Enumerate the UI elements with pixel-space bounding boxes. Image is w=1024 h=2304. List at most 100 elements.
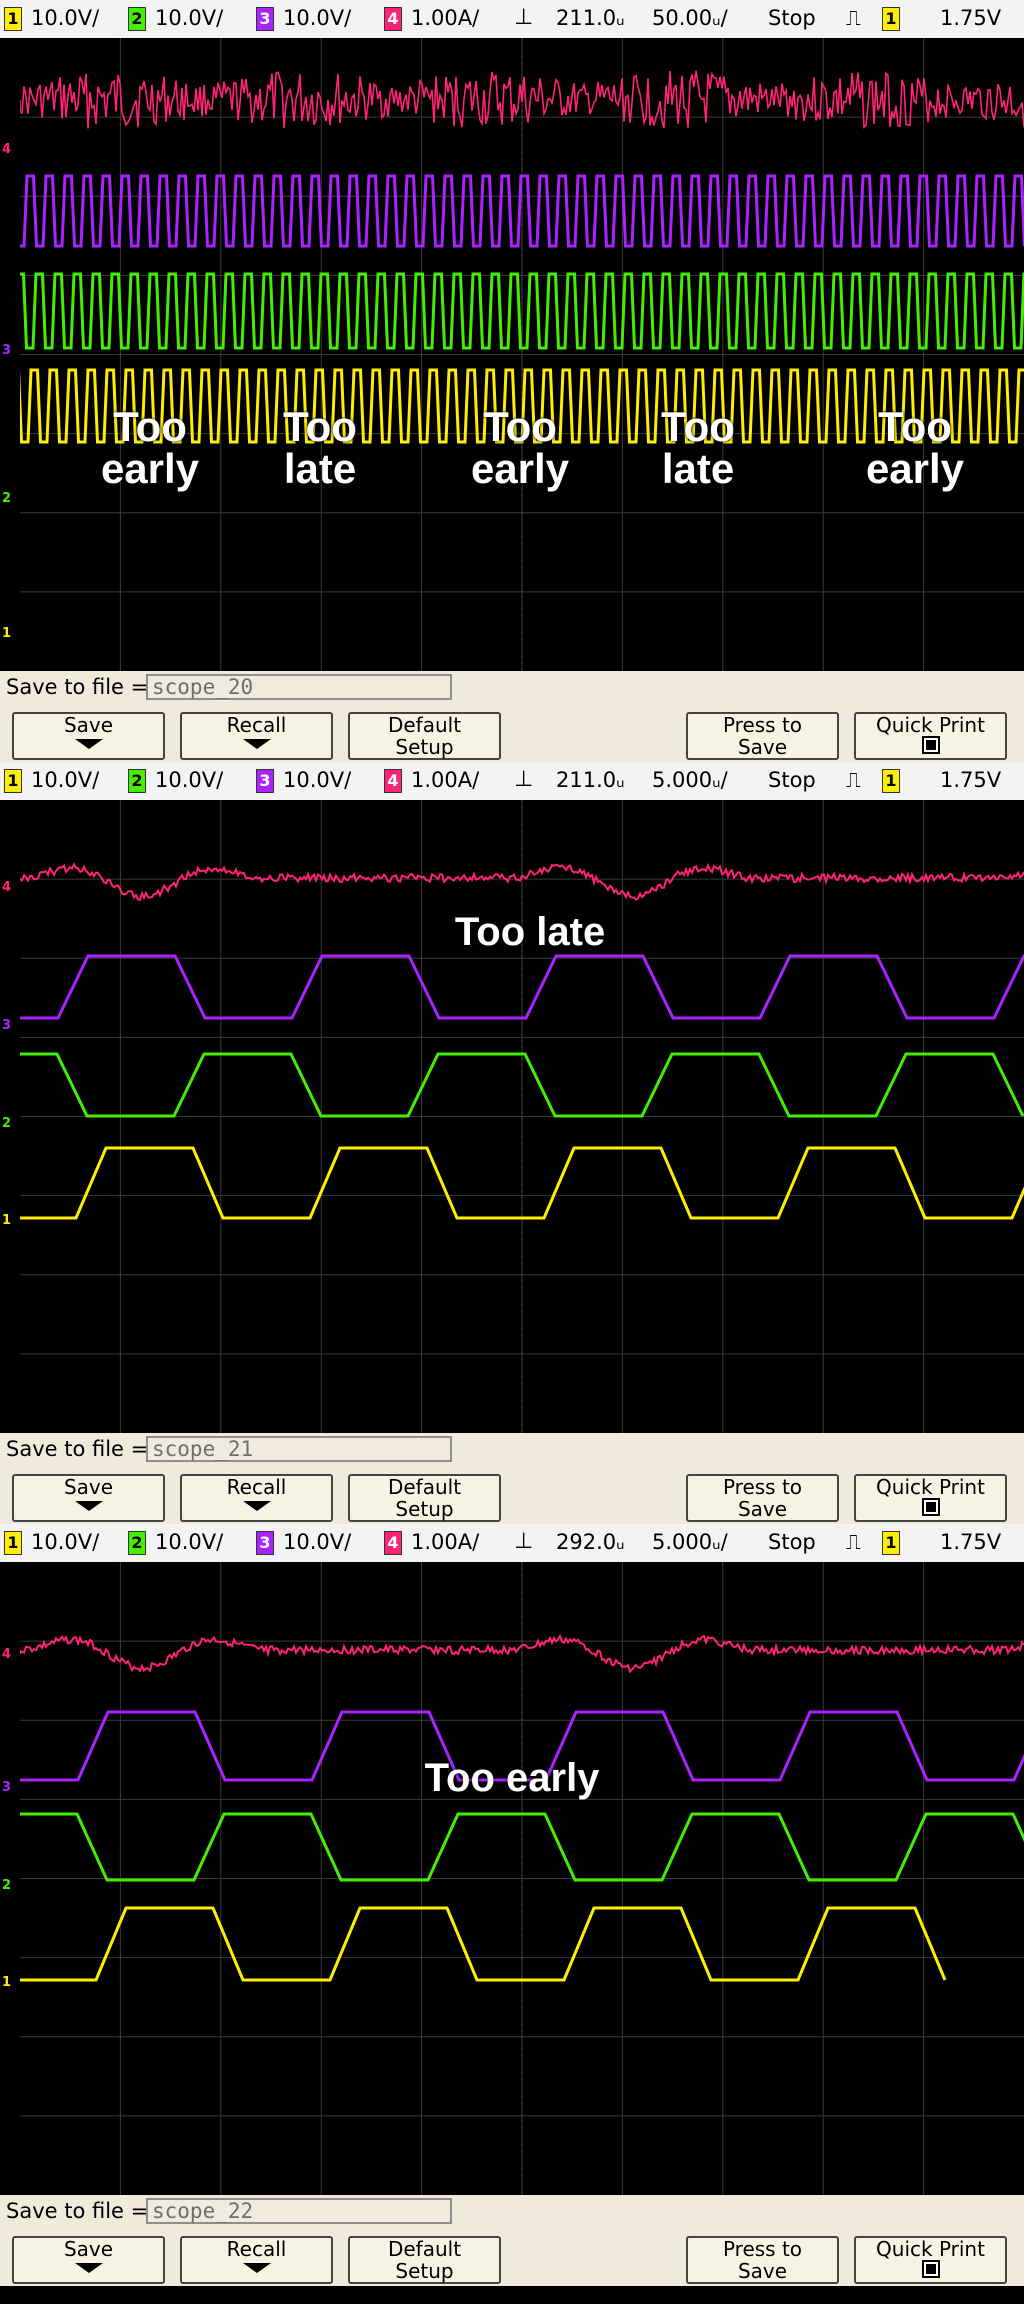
timebase-value: 5.000ᵤ/ xyxy=(652,768,728,792)
save-to-file-label: Save to file = xyxy=(6,2199,149,2223)
annotation-label: Too early xyxy=(100,403,200,492)
ch2-ground-marker[interactable]: 2 xyxy=(2,491,11,506)
trigger-level: 1.75V xyxy=(940,6,1002,30)
ch3-scale: 10.0V/ xyxy=(283,1530,352,1554)
waveform-display[interactable]: Too early xyxy=(20,1562,1024,2195)
softkey-bar: Save to file = scope_22 Save Recall Defa… xyxy=(0,2195,1024,2286)
ch4-scale: 1.00A/ xyxy=(411,768,480,792)
ch4-ground-marker[interactable]: 4 xyxy=(2,142,11,157)
delay-value: 211.0ᵤ xyxy=(556,768,625,792)
ch4-scale: 1.00A/ xyxy=(411,6,480,30)
press-to-save-button[interactable]: Press to Save xyxy=(686,1474,839,1522)
annotation-label: Too late xyxy=(661,403,735,492)
channel-4-icon[interactable]: 4 xyxy=(384,769,402,793)
save-button[interactable]: Save xyxy=(12,712,165,760)
run-state: Stop xyxy=(768,6,816,30)
trigger-source-icon[interactable]: 1 xyxy=(882,1531,900,1555)
run-state: Stop xyxy=(768,768,816,792)
channel-2-icon[interactable]: 2 xyxy=(128,7,146,31)
channel-3-icon[interactable]: 3 xyxy=(256,7,274,31)
ch2-scale: 10.0V/ xyxy=(155,768,224,792)
down-arrow-icon xyxy=(242,2263,271,2273)
run-state: Stop xyxy=(768,1530,816,1554)
trigger-source-icon[interactable]: 1 xyxy=(882,769,900,793)
trigger-source-icon[interactable]: 1 xyxy=(882,7,900,31)
delay-marker-icon: ⊥ xyxy=(514,5,534,30)
softkey-bar: Save to file = scope_20 Save Recall Defa… xyxy=(0,671,1024,762)
ch3-scale: 10.0V/ xyxy=(283,768,352,792)
channel-1-icon[interactable]: 1 xyxy=(4,1531,22,1555)
waveform-display[interactable]: Too late xyxy=(20,800,1024,1433)
timebase-value: 5.000ᵤ/ xyxy=(652,1530,728,1554)
recall-button[interactable]: Recall xyxy=(180,1474,333,1522)
channel-3-icon[interactable]: 3 xyxy=(256,1531,274,1555)
rising-edge-icon: ⎍ xyxy=(846,6,861,30)
channel-markers: 4 3 2 1 xyxy=(0,38,20,671)
file-name-field[interactable]: scope_22 xyxy=(146,2198,452,2224)
ch3-ground-marker[interactable]: 3 xyxy=(2,1018,11,1033)
channel-4-icon[interactable]: 4 xyxy=(384,1531,402,1555)
annotation-label: Too late xyxy=(283,403,357,492)
rising-edge-icon: ⎍ xyxy=(846,1530,861,1554)
channel-markers: 4 3 2 1 xyxy=(0,1562,20,2195)
ch1-ground-marker[interactable]: 1 xyxy=(2,1213,11,1228)
waveform-svg xyxy=(20,1562,1024,2195)
recall-button[interactable]: Recall xyxy=(180,712,333,760)
ch4-ground-marker[interactable]: 4 xyxy=(2,1647,11,1662)
scope-panel-1: 1 10.0V/ 2 10.0V/ 3 10.0V/ 4 1.00A/ ⊥ 211.0ᵤ… xyxy=(0,0,1024,762)
ch3-scale: 10.0V/ xyxy=(283,6,352,30)
ch2-scale: 10.0V/ xyxy=(155,1530,224,1554)
quick-print-button[interactable]: Quick Print xyxy=(854,712,1007,760)
press-to-save-button[interactable]: Press to Save xyxy=(686,712,839,760)
ch2-ground-marker[interactable]: 2 xyxy=(2,1116,11,1131)
channel-2-icon[interactable]: 2 xyxy=(128,1531,146,1555)
down-arrow-icon xyxy=(74,2263,103,2273)
trigger-level: 1.75V xyxy=(940,768,1002,792)
print-icon xyxy=(921,1498,940,1516)
ch3-ground-marker[interactable]: 3 xyxy=(2,343,11,358)
status-bar: 1 10.0V/ 2 10.0V/ 3 10.0V/ 4 1.00A/ ⊥ 211.0ᵤ… xyxy=(0,762,1024,801)
save-to-file-label: Save to file = xyxy=(6,1437,149,1461)
channel-1-icon[interactable]: 1 xyxy=(4,7,22,31)
softkey-bar: Save to file = scope_21 Save Recall Defa… xyxy=(0,1433,1024,1524)
default-setup-button[interactable]: Default Setup xyxy=(348,2236,501,2284)
recall-button[interactable]: Recall xyxy=(180,2236,333,2284)
file-name-field[interactable]: scope_20 xyxy=(146,674,452,700)
ch1-scale: 10.0V/ xyxy=(31,1530,100,1554)
ch2-ground-marker[interactable]: 2 xyxy=(2,1878,11,1893)
down-arrow-icon xyxy=(242,1501,271,1511)
ch4-scale: 1.00A/ xyxy=(411,1530,480,1554)
status-bar: 1 10.0V/ 2 10.0V/ 3 10.0V/ 4 1.00A/ ⊥ 211.0ᵤ… xyxy=(0,0,1024,39)
annotation-label: Too early xyxy=(865,403,965,492)
channel-markers: 4 3 2 1 xyxy=(0,800,20,1433)
waveform-svg xyxy=(20,38,1024,671)
ch4-ground-marker[interactable]: 4 xyxy=(2,880,11,895)
press-to-save-button[interactable]: Press to Save xyxy=(686,2236,839,2284)
status-bar: 1 10.0V/ 2 10.0V/ 3 10.0V/ 4 1.00A/ ⊥ 292.0ᵤ… xyxy=(0,1524,1024,1563)
quick-print-button[interactable]: Quick Print xyxy=(854,2236,1007,2284)
default-setup-button[interactable]: Default Setup xyxy=(348,712,501,760)
file-name-field[interactable]: scope_21 xyxy=(146,1436,452,1462)
save-button[interactable]: Save xyxy=(12,2236,165,2284)
ch1-scale: 10.0V/ xyxy=(31,6,100,30)
annotation-label: Too early xyxy=(470,403,570,492)
waveform-svg xyxy=(20,800,1024,1433)
channel-2-icon[interactable]: 2 xyxy=(128,769,146,793)
down-arrow-icon xyxy=(242,739,271,749)
delay-value: 211.0ᵤ xyxy=(556,6,625,30)
annotation-label: Too late xyxy=(454,910,606,954)
channel-3-icon[interactable]: 3 xyxy=(256,769,274,793)
print-icon xyxy=(921,2260,940,2278)
ch1-ground-marker[interactable]: 1 xyxy=(2,626,11,641)
ch1-ground-marker[interactable]: 1 xyxy=(2,1975,11,1990)
down-arrow-icon xyxy=(74,1501,103,1511)
ch1-trace xyxy=(20,1906,947,1982)
channel-4-icon[interactable]: 4 xyxy=(384,7,402,31)
trigger-level: 1.75V xyxy=(940,1530,1002,1554)
channel-1-icon[interactable]: 1 xyxy=(4,769,22,793)
save-button[interactable]: Save xyxy=(12,1474,165,1522)
waveform-display[interactable]: Too early Too late Too early Too late Too ear… xyxy=(20,38,1024,671)
ch3-ground-marker[interactable]: 3 xyxy=(2,1780,11,1795)
default-setup-button[interactable]: Default Setup xyxy=(348,1474,501,1522)
quick-print-button[interactable]: Quick Print xyxy=(854,1474,1007,1522)
